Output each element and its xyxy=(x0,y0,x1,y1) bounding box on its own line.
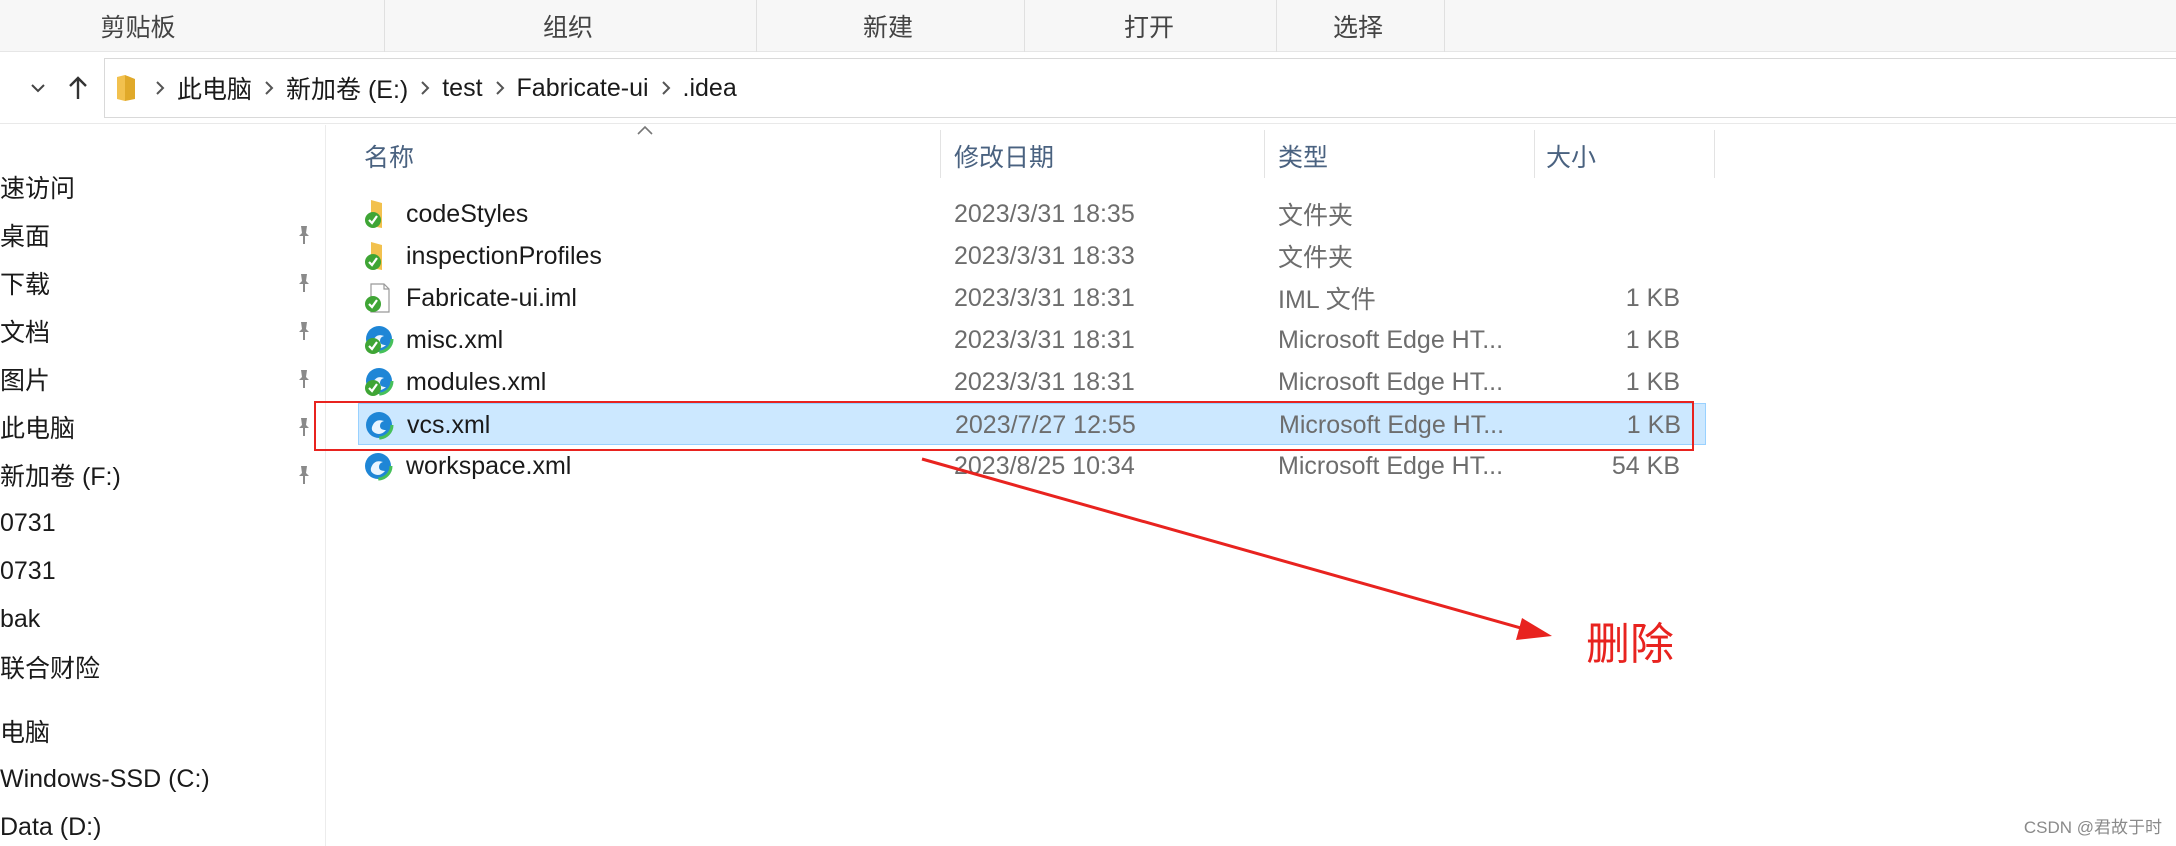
annotation-label: 删除 xyxy=(1586,619,1674,670)
annotation-arrow xyxy=(921,457,1552,640)
watermark: CSDN @君故于时 xyxy=(2023,818,2162,837)
